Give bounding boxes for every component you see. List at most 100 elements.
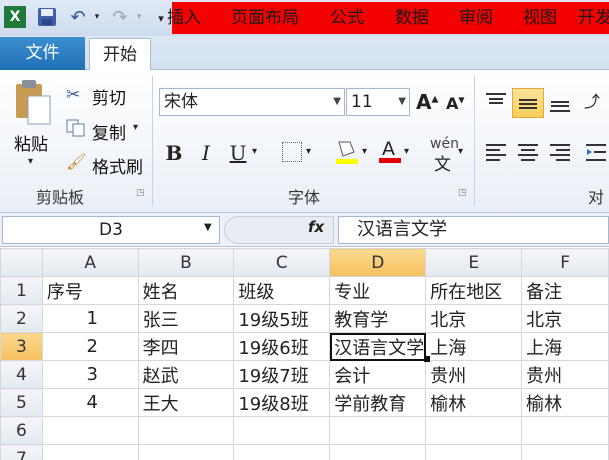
bold-button[interactable]: B bbox=[162, 138, 186, 168]
save-icon[interactable] bbox=[36, 6, 58, 28]
cell[interactable]: 北京 bbox=[521, 304, 609, 333]
phonetic-dropdown-icon[interactable]: ▾ bbox=[458, 146, 463, 157]
cell[interactable]: 班级 bbox=[233, 276, 331, 305]
cell[interactable]: 19级7班 bbox=[233, 360, 331, 389]
font-color-icon[interactable]: A bbox=[378, 136, 402, 166]
cell[interactable]: 2 bbox=[41, 332, 139, 361]
insert-function-icon[interactable]: fx bbox=[308, 218, 324, 236]
redo-icon[interactable]: ↷ bbox=[108, 6, 132, 28]
shrink-font-icon[interactable]: A▼ bbox=[446, 94, 465, 113]
cell[interactable]: 张三 bbox=[137, 304, 235, 333]
align-left-icon[interactable] bbox=[484, 140, 510, 164]
italic-button[interactable]: I bbox=[194, 138, 218, 168]
row-header[interactable]: 4 bbox=[0, 360, 43, 389]
tab-data[interactable]: 数据 bbox=[384, 4, 440, 34]
indent-icon[interactable] bbox=[584, 140, 609, 164]
cell[interactable]: 会计 bbox=[329, 360, 427, 389]
cell[interactable]: 19级5班 bbox=[233, 304, 331, 333]
align-bottom-icon[interactable] bbox=[548, 90, 574, 114]
cell[interactable] bbox=[233, 444, 331, 460]
cell[interactable]: 19级6班 bbox=[233, 332, 331, 361]
cell[interactable]: 榆林 bbox=[425, 388, 523, 417]
copy-button[interactable]: 复制 bbox=[92, 119, 126, 144]
grow-font-icon[interactable]: A▲ bbox=[416, 90, 438, 114]
border-icon[interactable] bbox=[282, 142, 302, 162]
tab-insert[interactable]: 插入 bbox=[158, 4, 210, 34]
clipboard-launcher-icon[interactable]: ◳ bbox=[136, 188, 145, 198]
copy-dropdown-icon[interactable]: ▾ bbox=[133, 122, 138, 133]
underline-button[interactable]: U bbox=[226, 138, 250, 168]
cell[interactable] bbox=[329, 444, 427, 460]
undo-dropdown-icon[interactable]: ▾ bbox=[92, 10, 102, 24]
cell[interactable]: 4 bbox=[41, 388, 139, 417]
border-dropdown-icon[interactable]: ▾ bbox=[306, 146, 311, 157]
row-header[interactable]: 1 bbox=[0, 276, 43, 305]
cell[interactable] bbox=[425, 444, 523, 460]
font-name-combo[interactable]: 宋体 ▼ bbox=[159, 88, 345, 116]
cell[interactable] bbox=[137, 416, 235, 445]
orientation-icon[interactable]: ⤴ bbox=[584, 88, 600, 112]
font-color-dropdown-icon[interactable]: ▾ bbox=[404, 146, 409, 157]
column-header[interactable]: E bbox=[425, 248, 523, 277]
tab-formulas[interactable]: 公式 bbox=[320, 4, 374, 34]
cell[interactable]: 姓名 bbox=[137, 276, 235, 305]
tab-home[interactable]: 开始 bbox=[89, 38, 151, 71]
cell[interactable] bbox=[137, 444, 235, 460]
cell[interactable]: 1 bbox=[41, 304, 139, 333]
cell[interactable]: 贵州 bbox=[425, 360, 523, 389]
cell[interactable]: 备注 bbox=[521, 276, 609, 305]
cell[interactable]: 序号 bbox=[41, 276, 139, 305]
redo-dropdown-icon[interactable]: ▾ bbox=[134, 10, 144, 24]
fill-dropdown-icon[interactable]: ▾ bbox=[362, 146, 367, 157]
active-cell[interactable]: 汉语言文学 bbox=[329, 332, 427, 361]
tab-file[interactable]: 文件 bbox=[0, 37, 85, 70]
cell[interactable]: 专业 bbox=[329, 276, 427, 305]
font-launcher-icon[interactable]: ◳ bbox=[458, 188, 467, 198]
tab-review[interactable]: 审阅 bbox=[448, 4, 504, 34]
cell[interactable]: 榆林 bbox=[521, 388, 609, 417]
align-center-icon[interactable] bbox=[516, 140, 542, 164]
row-header[interactable]: 7 bbox=[0, 444, 43, 460]
paste-icon[interactable] bbox=[12, 78, 52, 126]
cell[interactable]: 赵武 bbox=[137, 360, 235, 389]
name-box-dropdown-icon[interactable]: ▼ bbox=[204, 222, 212, 233]
column-header[interactable]: C bbox=[233, 248, 331, 277]
cell[interactable]: 教育学 bbox=[329, 304, 427, 333]
tab-page-layout[interactable]: 页面布局 bbox=[222, 4, 308, 34]
cell[interactable]: 所在地区 bbox=[425, 276, 523, 305]
align-top-icon[interactable] bbox=[484, 90, 510, 114]
column-header[interactable]: B bbox=[137, 248, 235, 277]
cell[interactable] bbox=[41, 416, 139, 445]
cut-button[interactable]: 剪切 bbox=[92, 84, 126, 109]
cell[interactable]: 19级8班 bbox=[233, 388, 331, 417]
cell[interactable]: 上海 bbox=[521, 332, 609, 361]
select-all-corner[interactable] bbox=[0, 248, 43, 277]
column-header[interactable]: D bbox=[329, 248, 427, 277]
cell[interactable] bbox=[521, 444, 609, 460]
cell[interactable] bbox=[41, 444, 139, 460]
paste-dropdown-icon[interactable]: ▾ bbox=[28, 156, 33, 167]
align-right-icon[interactable] bbox=[548, 140, 574, 164]
cell[interactable]: 李四 bbox=[137, 332, 235, 361]
cell[interactable] bbox=[425, 416, 523, 445]
fill-handle[interactable] bbox=[424, 356, 430, 362]
fill-color-icon[interactable] bbox=[334, 138, 360, 166]
cell[interactable]: 3 bbox=[41, 360, 139, 389]
cell[interactable]: 北京 bbox=[425, 304, 523, 333]
cell[interactable] bbox=[329, 416, 427, 445]
cell[interactable]: 贵州 bbox=[521, 360, 609, 389]
cell[interactable]: 王大 bbox=[137, 388, 235, 417]
formula-input[interactable]: 汉语言文学 bbox=[338, 216, 609, 244]
row-header[interactable]: 2 bbox=[0, 304, 43, 333]
paste-button[interactable]: 粘贴 bbox=[14, 130, 48, 155]
row-header[interactable]: 3 bbox=[0, 332, 43, 361]
align-middle-icon[interactable] bbox=[512, 88, 544, 118]
cell[interactable]: 上海 bbox=[425, 332, 523, 361]
format-painter-button[interactable]: 格式刷 bbox=[92, 153, 143, 178]
name-box[interactable]: D3 bbox=[2, 216, 220, 244]
tab-developer[interactable]: 开发 bbox=[578, 4, 609, 34]
row-header[interactable]: 5 bbox=[0, 388, 43, 417]
column-header[interactable]: A bbox=[41, 248, 139, 277]
tab-view[interactable]: 视图 bbox=[512, 4, 568, 34]
font-size-combo[interactable]: 11 ▼ bbox=[346, 88, 410, 116]
